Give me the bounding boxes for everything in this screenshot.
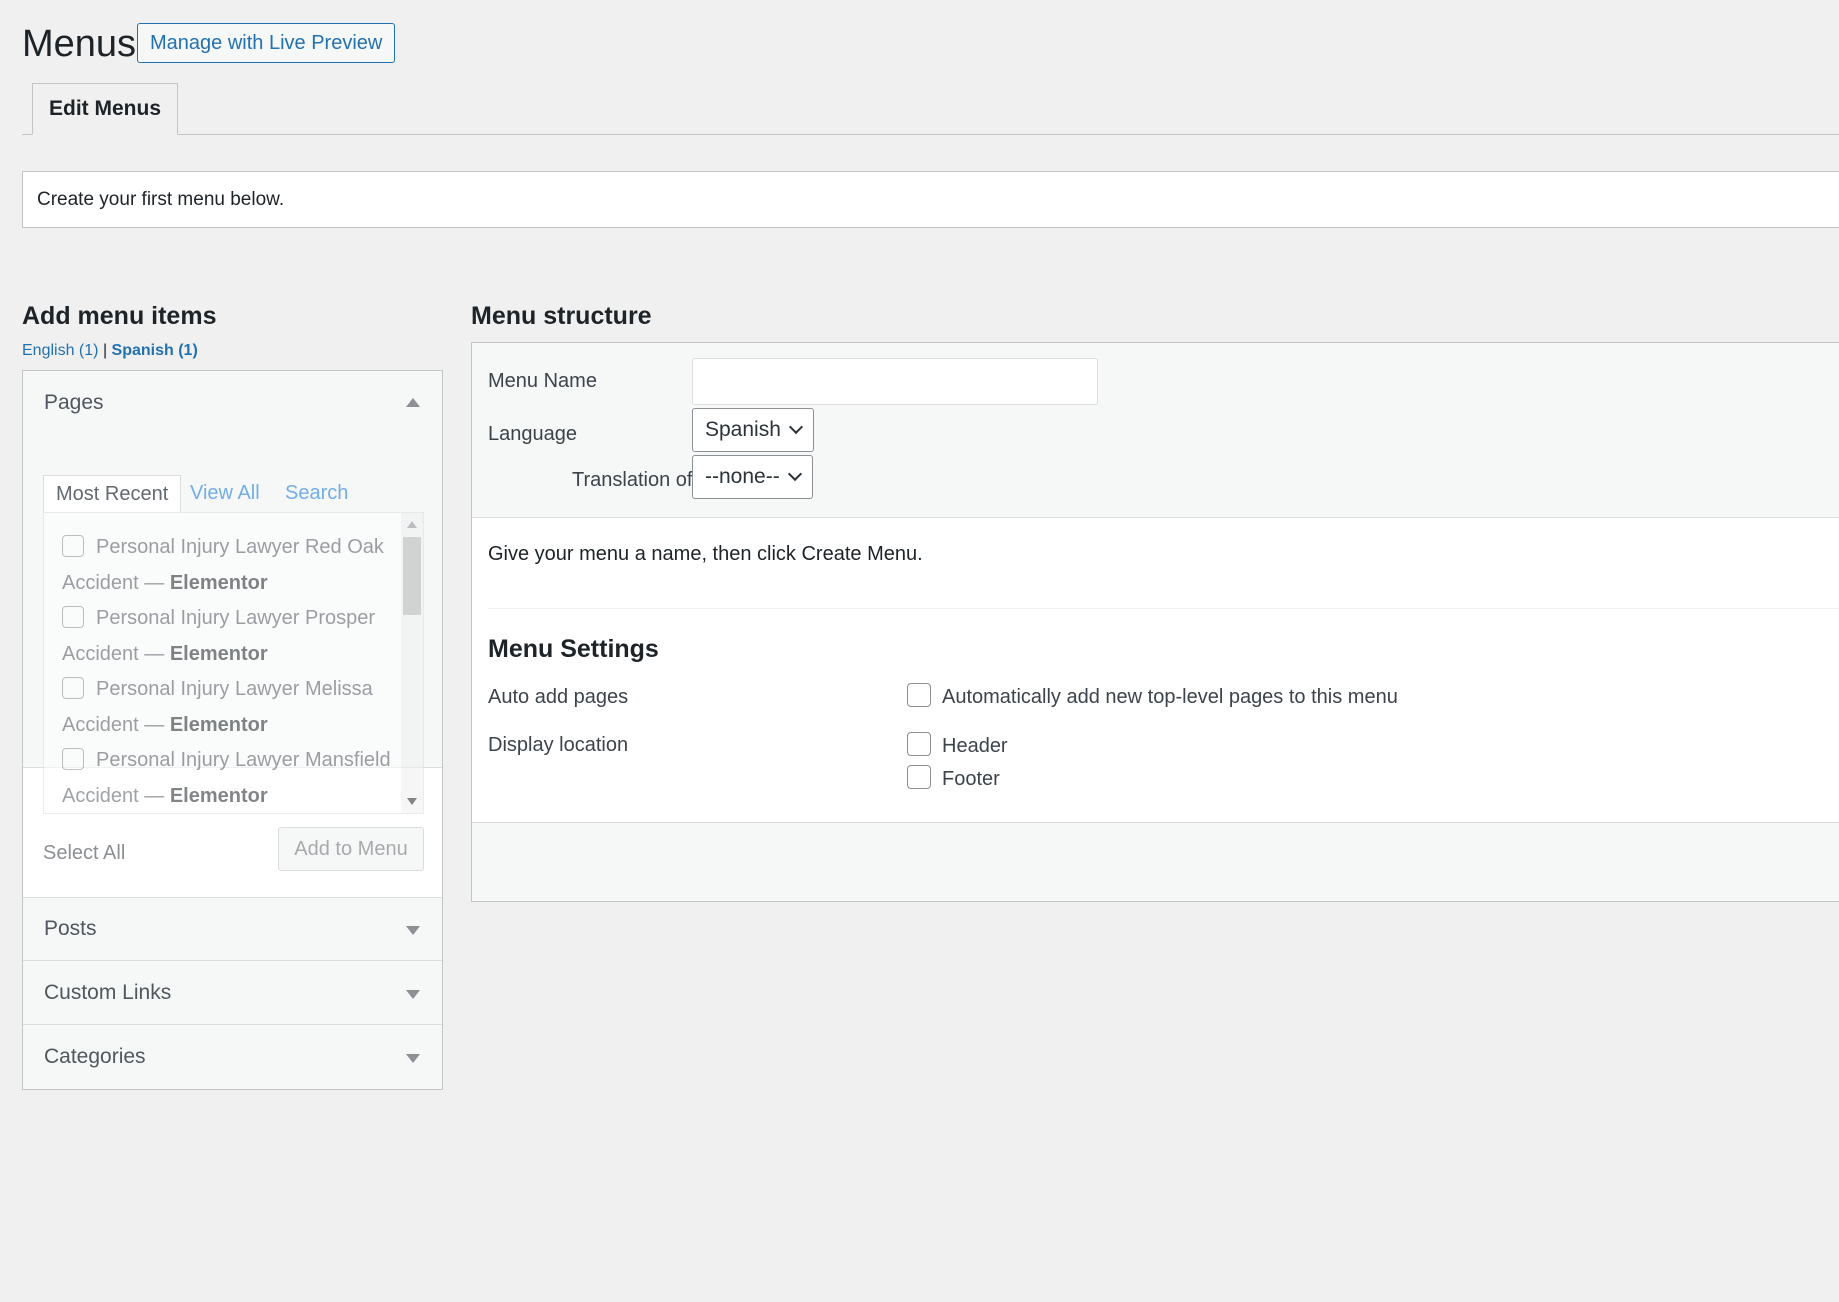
header-location-checkbox[interactable] bbox=[907, 732, 931, 756]
page-template: Elementor bbox=[169, 785, 268, 807]
language-label: Language bbox=[488, 423, 577, 445]
chevron-down-icon bbox=[787, 466, 802, 482]
menu-name-input[interactable] bbox=[692, 358, 1098, 405]
list-item: Personal Injury Lawyer Mansfield Acciden… bbox=[62, 742, 392, 813]
menu-header-panel: Menu Name Language Spanish Translation o… bbox=[472, 343, 1839, 518]
language-select-value: Spanish bbox=[705, 418, 781, 441]
page-name: Personal Injury Lawyer Melissa bbox=[96, 678, 373, 700]
pages-section-header[interactable]: Pages bbox=[23, 371, 442, 435]
menu-footer-panel bbox=[472, 822, 1839, 901]
tab-most-recent[interactable]: Most Recent bbox=[43, 475, 182, 513]
page-name: Personal Injury Lawyer Prosper bbox=[96, 607, 376, 629]
chevron-up-icon bbox=[406, 398, 420, 407]
footer-location-checkbox[interactable] bbox=[907, 765, 931, 789]
translation-of-label: Translation of bbox=[572, 469, 693, 491]
custom-links-section-title: Custom Links bbox=[44, 981, 172, 1004]
auto-add-pages-option: Automatically add new top-level pages to… bbox=[942, 686, 1398, 708]
chevron-down-icon bbox=[788, 419, 803, 435]
page-name: Personal Injury Lawyer Red Oak bbox=[96, 536, 384, 558]
language-select[interactable]: Spanish bbox=[692, 408, 814, 452]
menu-instructions: Give your menu a name, then click Create… bbox=[488, 543, 923, 565]
add-to-menu-button[interactable]: Add to Menu bbox=[278, 827, 424, 871]
display-location-label: Display location bbox=[488, 734, 629, 756]
menu-structure-box: Menu Name Language Spanish Translation o… bbox=[471, 342, 1839, 902]
menu-items-accordion: Pages Most Recent View All Search Person… bbox=[22, 370, 443, 1090]
chevron-down-icon bbox=[406, 990, 420, 999]
page-suffix: Accident — bbox=[62, 643, 165, 665]
manage-live-preview-button[interactable]: Manage with Live Preview bbox=[137, 23, 396, 63]
page-suffix: Accident — bbox=[62, 572, 165, 594]
page-suffix: Accident — bbox=[62, 785, 165, 807]
header-location-label: Header bbox=[942, 735, 1008, 757]
menu-name-label: Menu Name bbox=[488, 370, 597, 392]
settings-divider bbox=[488, 608, 1839, 609]
pages-section-body: Most Recent View All Search Personal Inj… bbox=[23, 435, 442, 814]
posts-section-header[interactable]: Posts bbox=[23, 897, 442, 961]
tab-view-all[interactable]: View All bbox=[190, 475, 260, 513]
page-list: Personal Injury Lawyer Red Oak Accident … bbox=[43, 512, 424, 814]
menu-settings-heading: Menu Settings bbox=[488, 635, 659, 663]
categories-section-title: Categories bbox=[44, 1045, 146, 1068]
page-checkbox[interactable] bbox=[62, 606, 84, 628]
tab-divider bbox=[22, 134, 1839, 135]
language-link-spanish[interactable]: Spanish (1) bbox=[112, 342, 198, 359]
tab-edit-menus[interactable]: Edit Menus bbox=[32, 83, 179, 135]
tab-search[interactable]: Search bbox=[285, 475, 348, 513]
chevron-down-icon bbox=[406, 926, 420, 935]
list-item: Personal Injury Lawyer Melissa Accident … bbox=[62, 671, 392, 743]
posts-section-title: Posts bbox=[44, 917, 97, 940]
scroll-up-icon[interactable] bbox=[407, 521, 417, 528]
language-link-english[interactable]: English (1) bbox=[22, 342, 98, 359]
custom-links-section-header[interactable]: Custom Links bbox=[23, 961, 442, 1025]
page-list-scrollbar[interactable] bbox=[401, 513, 423, 813]
scroll-thumb[interactable] bbox=[403, 537, 421, 615]
page-title: Menus bbox=[22, 23, 137, 65]
footer-location-label: Footer bbox=[942, 768, 1000, 790]
auto-add-pages-label: Auto add pages bbox=[488, 686, 629, 708]
translation-of-select-value: --none-- bbox=[705, 465, 780, 488]
language-separator: | bbox=[102, 342, 108, 359]
select-all-link[interactable]: Select All bbox=[43, 839, 125, 867]
notice-message: Create your first menu below. bbox=[22, 171, 1839, 228]
page-checkbox[interactable] bbox=[62, 677, 84, 699]
list-item: Personal Injury Lawyer Prosper Accident … bbox=[62, 600, 392, 672]
page-checkbox[interactable] bbox=[62, 748, 84, 770]
page-template: Elementor bbox=[169, 643, 268, 665]
page-name: Personal Injury Lawyer Mansfield bbox=[96, 749, 391, 771]
pages-section-title: Pages bbox=[44, 391, 104, 414]
page-checkbox[interactable] bbox=[62, 535, 84, 557]
page-template: Elementor bbox=[169, 714, 268, 736]
translation-of-select[interactable]: --none-- bbox=[692, 455, 813, 499]
chevron-down-icon bbox=[406, 1054, 420, 1063]
language-filter: English (1) | Spanish (1) bbox=[22, 340, 198, 362]
page-suffix: Accident — bbox=[62, 714, 165, 736]
categories-section-header[interactable]: Categories bbox=[23, 1025, 442, 1089]
page-template: Elementor bbox=[169, 572, 268, 594]
scroll-down-icon[interactable] bbox=[407, 798, 417, 805]
list-item: Personal Injury Lawyer Red Oak Accident … bbox=[62, 529, 392, 601]
menu-structure-heading: Menu structure bbox=[471, 302, 652, 330]
auto-add-pages-checkbox[interactable] bbox=[907, 683, 931, 707]
add-menu-items-heading: Add menu items bbox=[22, 302, 217, 330]
